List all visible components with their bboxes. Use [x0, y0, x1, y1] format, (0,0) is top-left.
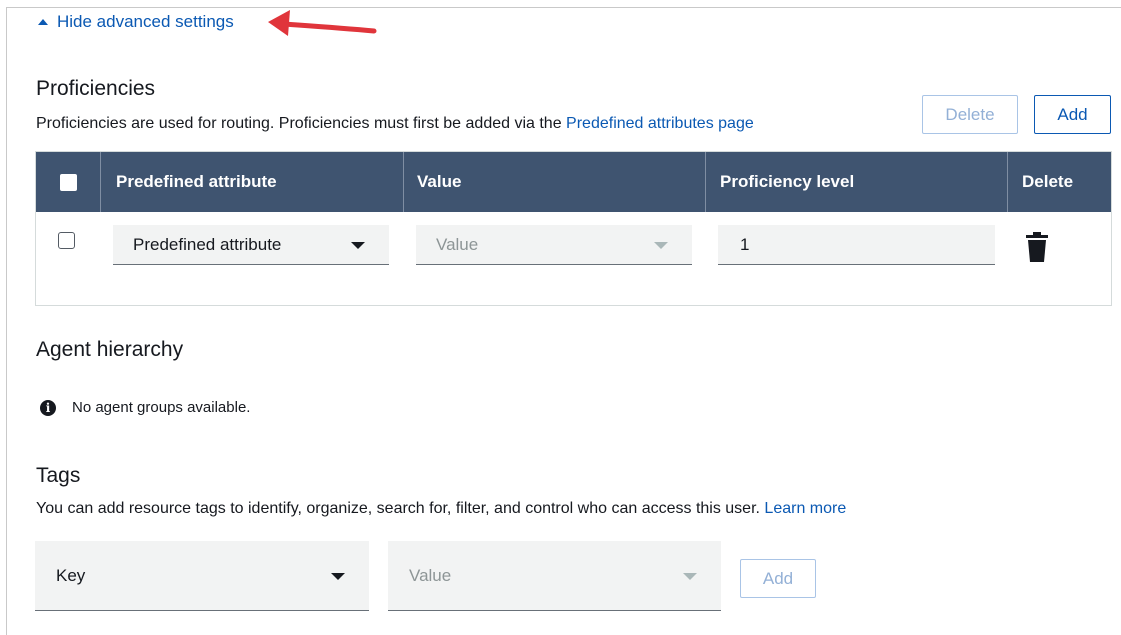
annotation-arrow	[268, 10, 377, 36]
select-all-checkbox[interactable]	[59, 173, 77, 191]
info-icon: i	[40, 399, 56, 416]
hide-advanced-settings-label: Hide advanced settings	[57, 12, 234, 31]
proficiencies-description: Proficiencies are used for routing. Prof…	[36, 115, 754, 132]
tag-key-select[interactable]: Key	[35, 541, 369, 611]
predefined-attributes-link[interactable]: Predefined attributes page	[566, 115, 754, 132]
proficiencies-table: Predefined attribute Value Proficiency l…	[35, 151, 1112, 306]
select-all-cell	[36, 152, 100, 212]
caret-down-icon	[683, 572, 697, 580]
caret-down-icon	[351, 241, 365, 249]
trash-icon[interactable]	[1026, 232, 1048, 262]
delete-proficiency-button[interactable]: Delete	[922, 95, 1018, 134]
caret-down-icon	[331, 572, 345, 580]
column-predefined-attribute: Predefined attribute	[100, 152, 403, 212]
tags-heading: Tags	[36, 464, 81, 487]
tag-value-select[interactable]: Value	[388, 541, 721, 611]
tags-description: You can add resource tags to identify, o…	[36, 500, 847, 517]
proficiency-level-input[interactable]: 1	[718, 225, 995, 265]
predefined-attribute-select[interactable]: Predefined attribute	[113, 225, 389, 265]
add-tag-button[interactable]: Add	[740, 559, 816, 598]
value-select[interactable]: Value	[416, 225, 692, 265]
row-checkbox[interactable]	[58, 232, 75, 249]
hide-advanced-settings-link[interactable]: Hide advanced settings	[38, 12, 234, 32]
caret-up-icon	[38, 19, 48, 25]
caret-down-icon	[654, 241, 668, 249]
column-delete: Delete	[1007, 152, 1111, 212]
add-proficiency-button[interactable]: Add	[1034, 95, 1111, 134]
agent-hierarchy-heading: Agent hierarchy	[36, 338, 184, 361]
proficiencies-heading: Proficiencies	[36, 77, 156, 100]
no-agent-groups-message: i No agent groups available.	[40, 399, 250, 416]
learn-more-link[interactable]: Learn more	[764, 500, 846, 517]
table-header: Predefined attribute Value Proficiency l…	[36, 152, 1111, 212]
column-value: Value	[403, 152, 705, 212]
column-proficiency-level: Proficiency level	[705, 152, 1007, 212]
